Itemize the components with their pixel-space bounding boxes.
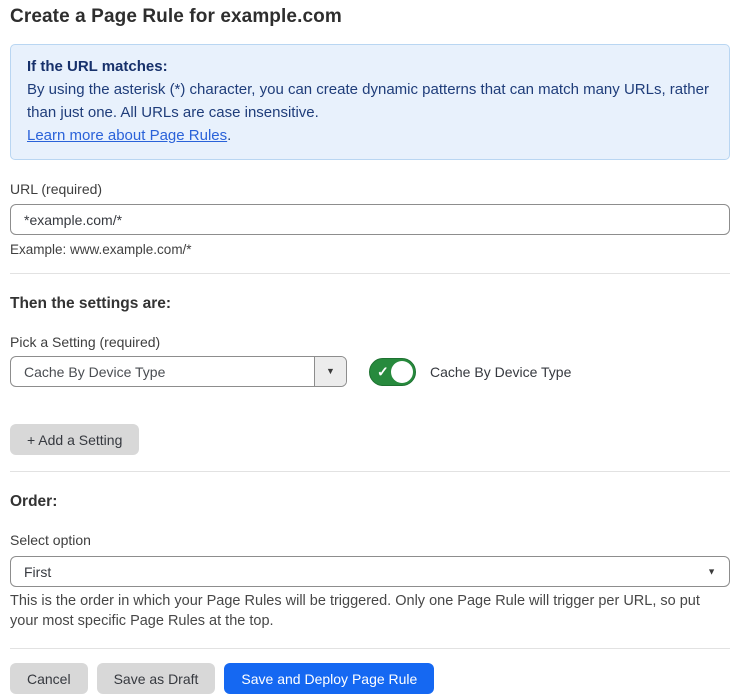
setting-row: Cache By Device Type ▼ ✓ Cache By Device…	[10, 356, 730, 387]
footer-divider	[10, 648, 730, 649]
order-section-heading: Order:	[10, 493, 730, 511]
save-and-deploy-button[interactable]: Save and Deploy Page Rule	[224, 663, 434, 694]
setting-select-arrow-button[interactable]: ▼	[314, 357, 346, 386]
cache-by-device-toggle[interactable]: ✓	[369, 358, 416, 386]
check-icon: ✓	[377, 364, 389, 378]
page-title: Create a Page Rule for example.com	[10, 6, 730, 28]
pick-setting-label: Pick a Setting (required)	[10, 334, 730, 350]
order-select-value: First	[24, 564, 51, 580]
setting-select[interactable]: Cache By Device Type ▼	[10, 356, 347, 387]
url-field-label: URL (required)	[10, 181, 730, 197]
add-setting-button[interactable]: + Add a Setting	[10, 424, 139, 455]
order-select-label: Select option	[10, 532, 730, 548]
section-divider	[10, 273, 730, 274]
chevron-down-icon: ▼	[326, 367, 335, 376]
url-match-info-box: If the URL matches: By using the asteris…	[10, 44, 730, 160]
info-box-heading: If the URL matches:	[27, 55, 713, 78]
url-input[interactable]	[10, 204, 730, 235]
chevron-down-icon: ▼	[707, 567, 716, 576]
create-page-rule-form: Create a Page Rule for example.com If th…	[0, 0, 750, 688]
setting-select-value: Cache By Device Type	[11, 357, 314, 386]
link-period: .	[227, 127, 231, 144]
order-select[interactable]: First ▼	[10, 556, 730, 587]
cancel-button[interactable]: Cancel	[10, 663, 88, 694]
save-as-draft-button[interactable]: Save as Draft	[97, 663, 216, 694]
toggle-knob	[391, 361, 413, 383]
section-divider	[10, 471, 730, 472]
learn-more-link[interactable]: Learn more about Page Rules	[27, 127, 227, 144]
settings-section-heading: Then the settings are:	[10, 295, 730, 313]
info-box-body-text: By using the asterisk (*) character, you…	[27, 81, 709, 121]
footer-button-row: Cancel Save as Draft Save and Deploy Pag…	[10, 663, 730, 694]
toggle-label: Cache By Device Type	[430, 364, 571, 380]
url-example-helper: Example: www.example.com/*	[10, 242, 730, 257]
info-box-body: By using the asterisk (*) character, you…	[27, 78, 713, 147]
order-helper-text: This is the order in which your Page Rul…	[10, 592, 730, 631]
